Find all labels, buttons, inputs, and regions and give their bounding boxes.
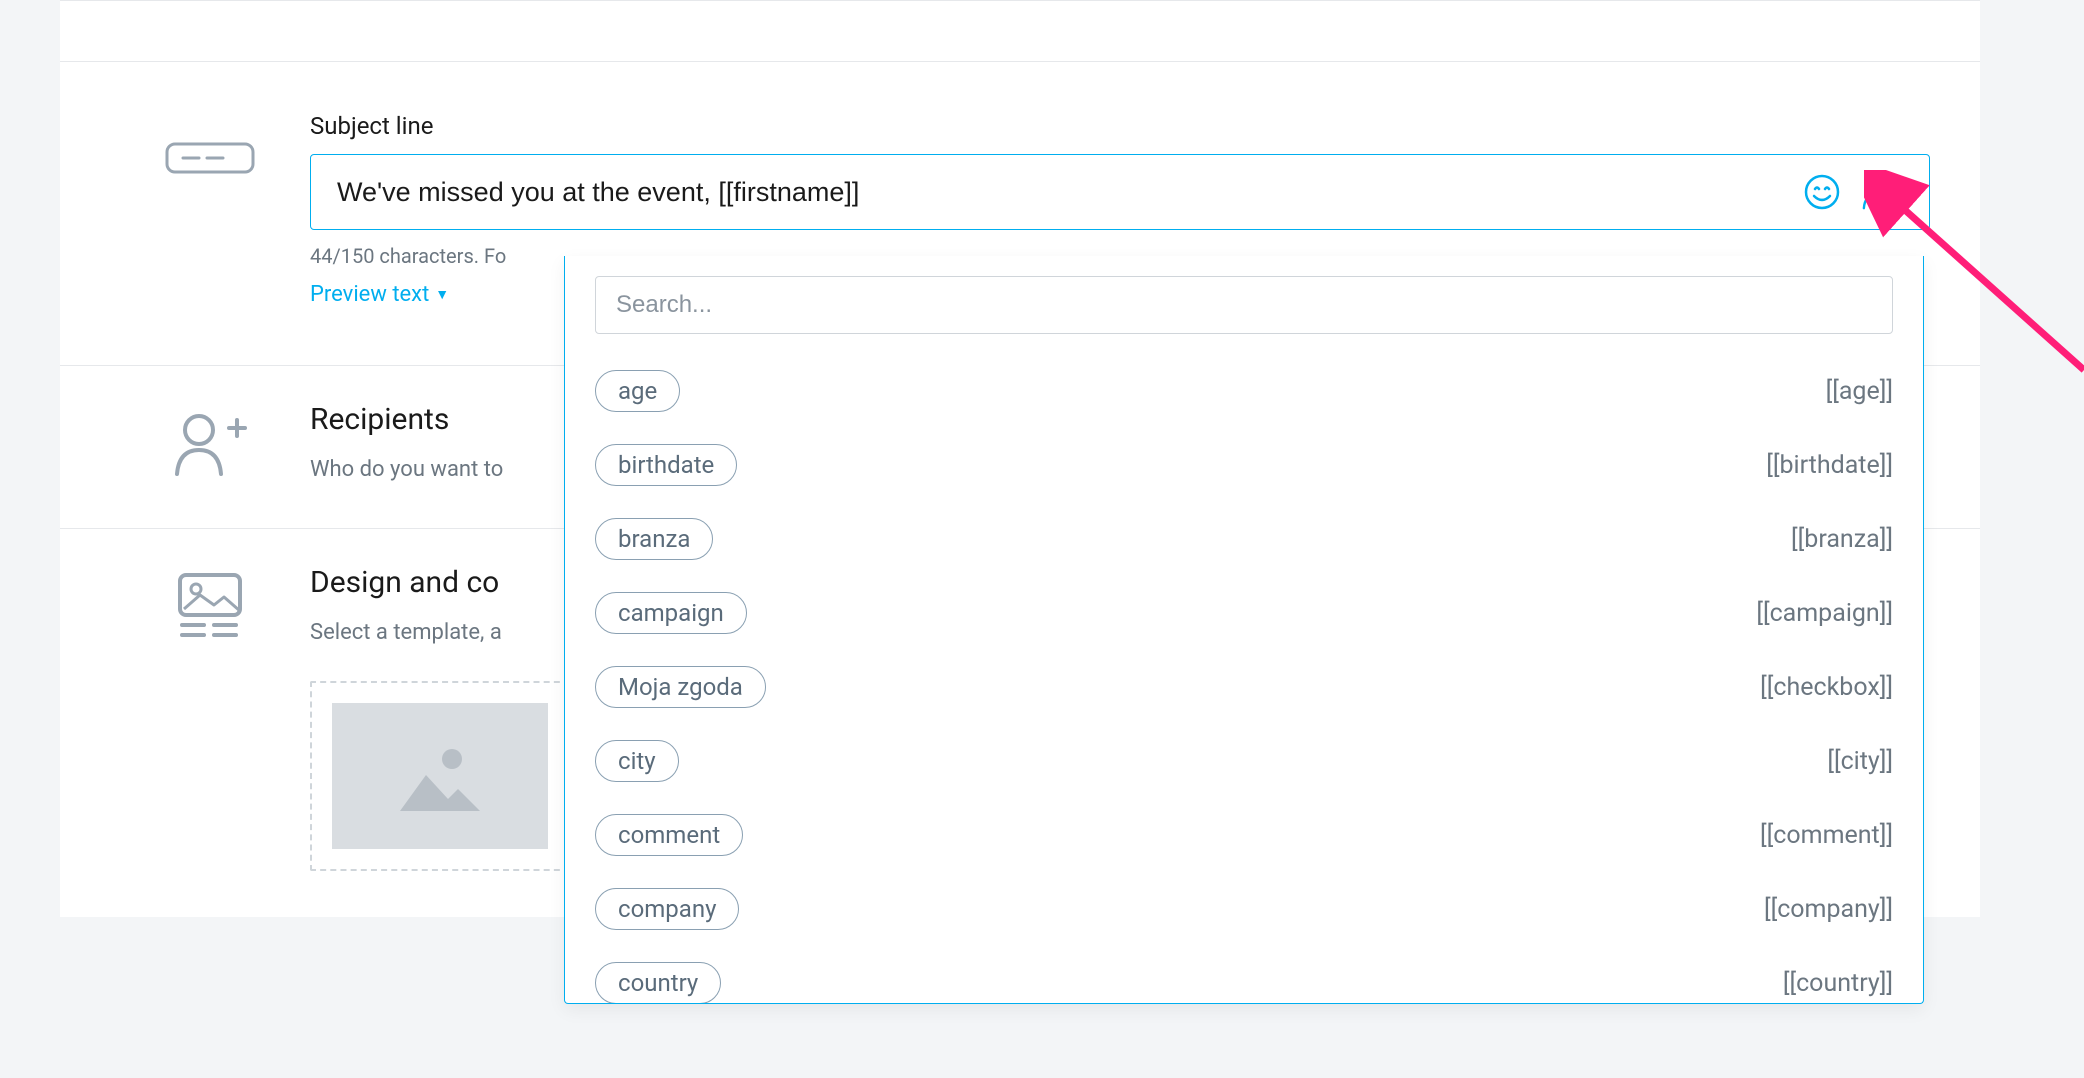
- field-token: [[country]]: [1783, 969, 1893, 998]
- dropdown-item[interactable]: campaign [[campaign]]: [595, 576, 1893, 650]
- dropdown-item[interactable]: company [[company]]: [595, 872, 1893, 946]
- field-token: [[city]]: [1827, 747, 1893, 776]
- field-pill[interactable]: campaign: [595, 592, 747, 634]
- emoji-icon[interactable]: [1801, 171, 1843, 213]
- field-token: [[branza]]: [1791, 525, 1893, 554]
- subject-input-actions: [1801, 171, 1903, 213]
- preview-text-label: Preview text: [310, 282, 429, 307]
- dropdown-item[interactable]: country [[country]]: [595, 946, 1893, 1004]
- dropdown-item[interactable]: age [[age]]: [595, 354, 1893, 428]
- image-template-icon: [174, 569, 246, 641]
- field-token: [[checkbox]]: [1760, 673, 1893, 702]
- dropdown-item[interactable]: branza [[branza]]: [595, 502, 1893, 576]
- dropdown-item[interactable]: Moja zgoda [[checkbox]]: [595, 650, 1893, 724]
- dropdown-search-wrap: [565, 276, 1923, 354]
- field-pill[interactable]: age: [595, 370, 680, 412]
- chevron-down-icon: ▼: [435, 286, 449, 303]
- field-token: [[birthdate]]: [1766, 451, 1893, 480]
- field-token: [[company]]: [1764, 895, 1893, 924]
- field-pill[interactable]: country: [595, 962, 721, 1004]
- dropdown-item[interactable]: birthdate [[birthdate]]: [595, 428, 1893, 502]
- subject-section-icon: [150, 138, 270, 178]
- dropdown-item[interactable]: comment [[comment]]: [595, 798, 1893, 872]
- design-section-icon: [150, 569, 270, 641]
- personalization-dropdown: age [[age]] birthdate [[birthdate]] branza [[…: [564, 256, 1924, 1004]
- form-row-icon: [165, 138, 255, 178]
- image-icon: [400, 741, 480, 811]
- page-root: Subject line: [0, 0, 2084, 1078]
- field-token: [[campaign]]: [1756, 599, 1893, 628]
- subject-input[interactable]: [337, 177, 1801, 208]
- field-token: [[age]]: [1826, 377, 1893, 406]
- field-token: [[comment]]: [1760, 821, 1893, 850]
- field-pill[interactable]: company: [595, 888, 739, 930]
- field-pill[interactable]: Moja zgoda: [595, 666, 766, 708]
- field-pill[interactable]: birthdate: [595, 444, 737, 486]
- field-pill[interactable]: comment: [595, 814, 743, 856]
- personalize-icon[interactable]: [1861, 171, 1903, 213]
- preview-text-toggle[interactable]: Preview text ▼: [310, 282, 449, 307]
- template-placeholder[interactable]: [310, 681, 570, 871]
- template-thumb: [332, 703, 548, 849]
- add-user-icon: [171, 408, 249, 478]
- subject-input-wrap[interactable]: [310, 154, 1930, 230]
- dropdown-search-input[interactable]: [595, 276, 1893, 334]
- dropdown-item[interactable]: city [[city]]: [595, 724, 1893, 798]
- section-top-strip: [60, 0, 1980, 62]
- recipients-section-icon: [150, 408, 270, 478]
- field-pill[interactable]: branza: [595, 518, 713, 560]
- subject-label: Subject line: [310, 112, 1930, 140]
- dropdown-list: age [[age]] birthdate [[birthdate]] branza [[…: [565, 354, 1923, 1004]
- field-pill[interactable]: city: [595, 740, 679, 782]
